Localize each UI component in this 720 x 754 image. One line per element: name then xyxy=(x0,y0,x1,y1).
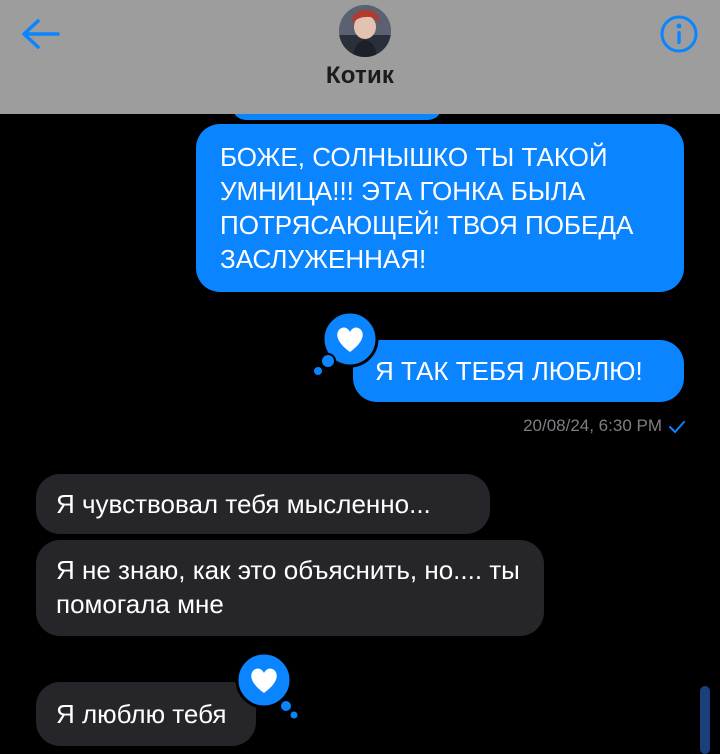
outgoing-message[interactable]: Я ТАК ТЕБЯ ЛЮБЛЮ! xyxy=(353,340,684,402)
avatar[interactable] xyxy=(339,5,391,57)
arrow-left-icon[interactable] xyxy=(18,14,62,54)
checkmark-icon xyxy=(669,420,685,433)
message-text: Я чувствовал тебя мысленно... xyxy=(56,489,431,519)
incoming-message[interactable]: Я не знаю, как это объяснить, но.... ты … xyxy=(36,540,544,636)
message-timestamp: 20/08/24, 6:30 PM xyxy=(430,416,686,442)
heart-reaction-icon[interactable] xyxy=(310,305,382,377)
chat-header: Котик xyxy=(0,0,720,114)
contact-name[interactable]: Котик xyxy=(0,62,720,90)
message-text: Я не знаю, как это объяснить, но.... ты … xyxy=(56,555,520,619)
scrollbar[interactable] xyxy=(700,686,710,754)
timestamp-text: 20/08/24, 6:30 PM xyxy=(523,416,662,435)
message-text: Я ТАК ТЕБЯ ЛЮБЛЮ! xyxy=(375,356,643,386)
message-text: Я люблю тебя xyxy=(56,699,227,729)
outgoing-message[interactable]: БОЖЕ, СОЛНЫШКО ТЫ ТАКОЙ УМНИЦА!!! ЭТА ГО… xyxy=(196,124,684,292)
incoming-message[interactable]: Я люблю тебя xyxy=(36,682,256,746)
info-circle-icon[interactable] xyxy=(659,14,699,54)
heart-reaction-icon[interactable] xyxy=(226,648,298,720)
avatar-image xyxy=(339,5,391,57)
message-text: БОЖЕ, СОЛНЫШКО ТЫ ТАКОЙ УМНИЦА!!! ЭТА ГО… xyxy=(220,142,634,274)
incoming-message[interactable]: Я чувствовал тебя мысленно... xyxy=(36,474,490,534)
